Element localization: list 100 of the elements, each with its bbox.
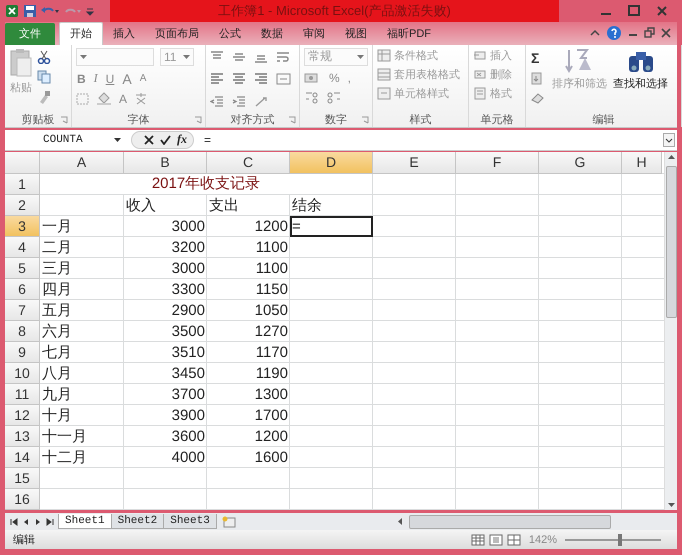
formula-input[interactable]: = [194,132,663,147]
row-header[interactable]: 2 [5,194,40,216]
row-header[interactable]: 9 [5,342,40,363]
ribbon-tab[interactable]: 视图 [335,22,377,45]
ribbon-tab[interactable]: 插入 [103,22,145,45]
row-header[interactable]: 10 [5,362,40,384]
dialog-launcher-icon[interactable] [194,116,202,124]
align-middle-icon[interactable] [232,50,246,63]
name-box[interactable]: COUNTA [5,134,125,146]
page-layout-icon[interactable] [488,534,503,546]
align-left-icon[interactable] [210,73,224,86]
row-header[interactable]: 3 [5,216,40,237]
ribbon-tab[interactable]: 页面布局 [145,22,209,45]
ribbon-tab[interactable]: 数据 [251,22,293,45]
dialog-launcher-icon[interactable] [361,116,369,124]
row-header[interactable]: 15 [5,468,40,489]
cancel-icon[interactable] [144,134,154,145]
maximize-icon[interactable] [627,4,641,18]
row-header[interactable]: 14 [5,446,40,468]
decrease-decimal-icon[interactable] [326,90,342,104]
dropdown-arrow-icon [357,54,364,59]
dialog-launcher-icon[interactable] [60,116,68,124]
last-sheet-icon[interactable] [45,516,55,526]
fill-bucket-icon[interactable] [96,92,112,106]
scissors-icon[interactable] [37,50,51,64]
border-icon[interactable] [76,92,90,105]
autosum-button[interactable]: Σ [530,50,546,66]
table-cell-text: 1170 [254,342,289,363]
table-cell-text: 1700 [254,406,289,426]
row-header[interactable]: 7 [5,300,40,321]
expand-icon[interactable] [663,132,675,147]
row-header[interactable]: 5 [5,258,40,279]
row-header[interactable]: 6 [5,278,40,300]
find-select-button[interactable]: 查找和选择 [613,48,668,112]
first-sheet-icon[interactable] [9,516,19,526]
column-header[interactable]: B [124,152,207,174]
sheet-tab[interactable]: Sheet1 [58,514,112,529]
row-header[interactable]: 16 [5,488,40,510]
scroll-thumb[interactable] [666,166,676,318]
fill-icon[interactable] [530,72,544,85]
status-mode: 编辑 [13,533,35,548]
increase-decimal-icon[interactable] [304,90,320,104]
save-icon[interactable] [23,4,37,18]
restore-icon[interactable] [644,27,655,38]
group-label: 数字 [325,112,347,127]
increase-indent-icon[interactable] [232,96,246,108]
caret-icon[interactable] [590,28,600,38]
decrease-indent-icon[interactable] [210,96,224,108]
table-cell: = [290,216,373,237]
table-cell-text: 1100 [254,238,289,258]
help-icon[interactable] [606,24,622,41]
row-header[interactable]: 1 [5,174,40,195]
group-label: 编辑 [592,112,614,127]
align-right-icon[interactable] [254,73,268,86]
table-cell-text: 3000 [170,258,206,279]
sheet-tab[interactable]: Sheet3 [163,514,217,529]
ribbon-tab[interactable]: 公式 [209,22,251,45]
row-header[interactable]: 8 [5,320,40,342]
scroll-thumb[interactable] [409,514,611,528]
merge-cells-icon[interactable] [276,73,292,86]
wrap-text-icon[interactable] [276,50,292,63]
sheet-tab[interactable]: Sheet2 [110,514,164,529]
slider-thumb[interactable] [618,534,622,546]
column-header[interactable]: D [290,152,373,174]
table-cell-text: 1270 [254,322,289,342]
dropdown-arrow-icon [114,138,121,142]
file-tab[interactable]: 文件 [5,22,55,45]
insert-function-button[interactable]: fx [177,132,187,148]
dropdown-arrow-icon [80,54,87,59]
column-header[interactable]: F [456,152,539,174]
table-cell-text: 收入 [125,196,157,216]
row-header[interactable]: 13 [5,426,40,447]
row-header[interactable]: 4 [5,236,40,258]
close-icon[interactable] [661,28,671,38]
column-header[interactable]: H [622,152,662,174]
ribbon-tab[interactable]: 审阅 [293,22,335,45]
ribbon-tab[interactable]: 福昕PDF [377,22,441,45]
table-cell-text: 3700 [170,384,206,405]
normal-view-icon[interactable] [470,534,485,546]
check-icon[interactable] [160,134,171,145]
column-header[interactable]: E [373,152,456,174]
column-header[interactable]: G [539,152,622,174]
dialog-launcher-icon[interactable] [288,116,296,124]
table-cell-text: 三月 [41,258,73,279]
select-all-button[interactable] [5,152,40,174]
format-icon [473,86,487,100]
close-icon[interactable] [655,4,669,18]
insert-sheet-icon[interactable] [220,516,237,528]
ribbon-tab[interactable]: 开始 [59,22,103,45]
column-header[interactable]: A [40,152,124,174]
table-cell-text: 支出 [208,196,240,216]
column-header[interactable]: C [207,152,290,174]
brush-icon[interactable] [37,90,51,104]
table-cell-text: 五月 [41,300,73,321]
page-break-icon[interactable] [506,534,521,546]
eraser-icon[interactable] [530,90,546,104]
row-header[interactable]: 11 [5,384,40,405]
vertical-scrollbar[interactable] [664,152,677,510]
align-center-icon[interactable] [232,73,246,86]
row-header[interactable]: 12 [5,404,40,426]
